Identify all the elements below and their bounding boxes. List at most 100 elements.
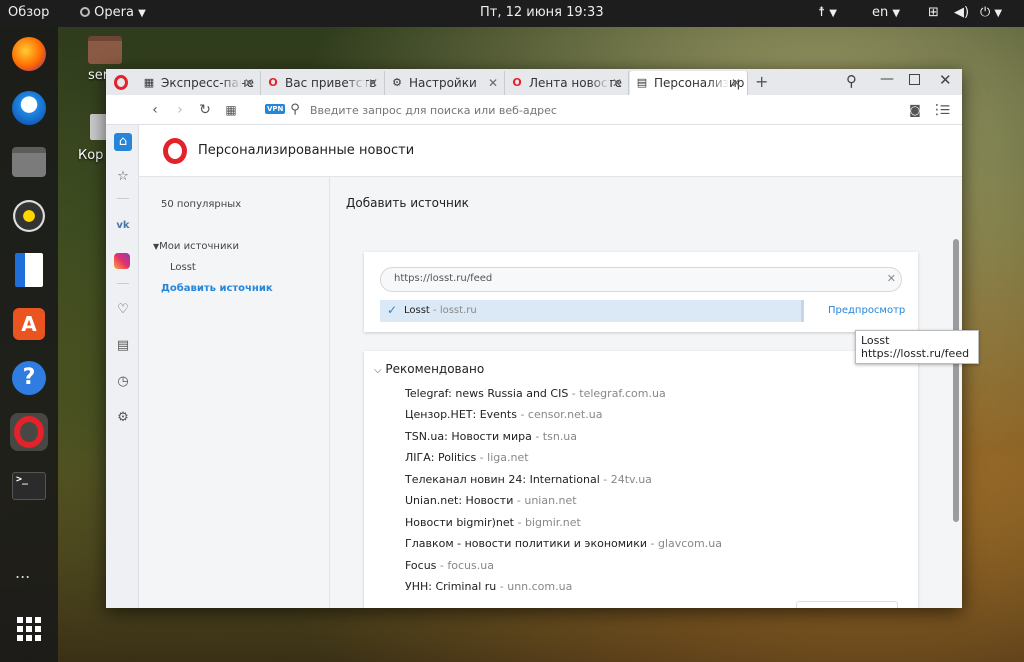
source-name: Focus xyxy=(405,559,437,572)
source-name: TSN.ua: Новости мира xyxy=(405,430,532,443)
source-domain: unn.com.ua xyxy=(507,580,573,593)
app-menu[interactable]: Opera ▼ xyxy=(80,5,146,20)
list-item[interactable]: Focus - focus.ua xyxy=(405,559,494,572)
tab-settings[interactable]: ⚙ Настройки ✕ xyxy=(385,71,505,95)
tooltip-line-1: Losst xyxy=(861,334,890,347)
add-source-card: https://losst.ru/feed ✕ ✓ Losst - losst.… xyxy=(364,252,918,332)
list-item[interactable]: ЛІГА: Politics - liga.net xyxy=(405,451,529,464)
source-domain: liga.net xyxy=(487,451,529,464)
easy-setup-icon[interactable]: ☰ xyxy=(936,101,954,119)
rhythmbox-icon[interactable] xyxy=(10,197,48,235)
tab-search-icon[interactable]: ⚲ xyxy=(846,72,857,90)
list-item[interactable]: УНН: Criminal ru - unn.com.ua xyxy=(405,580,572,593)
nav-my-sources[interactable]: ▼Мои источники xyxy=(153,241,239,252)
list-item[interactable]: Telegraf: news Russia and CIS - telegraf… xyxy=(405,387,666,400)
opera-logo-icon xyxy=(163,138,187,164)
nav-add-source[interactable]: Добавить источник xyxy=(161,283,273,294)
source-domain: focus.ua xyxy=(447,559,494,572)
help-icon[interactable]: ? xyxy=(10,359,48,397)
nav-my-sources-label: Мои источники xyxy=(159,241,240,252)
opera-small-icon xyxy=(80,7,90,17)
result-name: Losst xyxy=(404,305,430,316)
settings-icon[interactable]: ⚙ xyxy=(114,409,132,427)
tab-speed-dial[interactable]: ▦ Экспресс-пане ✕ xyxy=(137,71,261,95)
opera-icon[interactable] xyxy=(10,413,48,451)
speed-dial-star-icon[interactable]: ☆ xyxy=(114,168,132,186)
partial-button[interactable] xyxy=(796,601,898,608)
vk-icon[interactable]: vk xyxy=(114,217,132,235)
clock[interactable]: Пт, 12 июня 19:33 xyxy=(480,5,604,20)
volume-icon[interactable]: ◀) xyxy=(954,5,969,20)
tab-welcome[interactable]: O Вас приветств ✕ xyxy=(261,71,385,95)
source-name: Главком - новости политики и экономики xyxy=(405,537,647,550)
close-tab-icon[interactable]: ✕ xyxy=(244,71,254,95)
accessibility-icon[interactable]: ☨ ▼ xyxy=(818,5,837,20)
preview-link[interactable]: Предпросмотр xyxy=(828,305,905,316)
show-apps-icon[interactable] xyxy=(17,617,41,641)
maximize-icon[interactable] xyxy=(909,74,920,85)
close-tab-icon[interactable]: ✕ xyxy=(488,71,498,95)
reload-icon[interactable]: ↻ xyxy=(196,101,214,119)
source-domain: telegraf.com.ua xyxy=(579,387,666,400)
software-center-icon[interactable]: A xyxy=(10,305,48,343)
activities-button[interactable]: Обзор xyxy=(8,5,49,20)
history-icon[interactable]: ◷ xyxy=(114,373,132,391)
list-item[interactable]: Цензор.НЕТ: Events - censor.net.ua xyxy=(405,408,602,421)
list-item[interactable]: Unian.net: Новости - unian.net xyxy=(405,494,577,507)
feed-url-field[interactable]: https://losst.ru/feed ✕ xyxy=(380,267,902,292)
list-item[interactable]: Новости bigmir)net - bigmir.net xyxy=(405,516,581,529)
feed-url-value: https://losst.ru/feed xyxy=(394,273,493,284)
recommended-header[interactable]: ⌵ Рекомендовано xyxy=(374,362,484,376)
tabs-grid-icon[interactable]: ▦ xyxy=(222,101,240,119)
page-scrollbar[interactable] xyxy=(953,239,959,522)
page-title: Персонализированные новости xyxy=(198,143,415,158)
vpn-badge[interactable]: VPN xyxy=(265,104,286,114)
home-folder-icon xyxy=(88,36,122,64)
close-tab-icon[interactable]: ✕ xyxy=(731,71,741,95)
tab-personalized-news[interactable]: ▤ Персонализир ✕ xyxy=(630,71,748,95)
tab-news-feed[interactable]: O Лента новосте ✕ xyxy=(505,71,629,95)
close-tab-icon[interactable]: ✕ xyxy=(612,71,622,95)
search-result-row[interactable]: ✓ Losst - losst.ru xyxy=(380,300,804,322)
opera-menu-icon[interactable] xyxy=(114,75,128,90)
snapshot-icon[interactable]: ◙ xyxy=(906,101,924,119)
list-item[interactable]: Главком - новости политики и экономики -… xyxy=(405,537,722,550)
recommended-card: ⌵ Рекомендовано Telegraf: news Russia an… xyxy=(364,351,918,608)
terminal-icon[interactable]: >_ xyxy=(10,467,48,505)
close-tab-icon[interactable]: ✕ xyxy=(368,71,378,95)
address-bar: ‹ › ↻ ▦ VPN ⚲ ◙ ⋮ ☰ xyxy=(106,95,962,125)
news-icon[interactable]: ▤ xyxy=(114,337,132,355)
news-main: Добавить источник https://losst.ru/feed … xyxy=(330,177,962,608)
source-domain: censor.net.ua xyxy=(527,408,603,421)
network-icon[interactable]: ⊞ xyxy=(928,5,939,20)
nav-source-item[interactable]: Losst xyxy=(170,262,196,273)
list-item[interactable]: Телеканал новин 24: International - 24tv… xyxy=(405,473,652,486)
top-bar: Обзор Opera ▼ Пт, 12 июня 19:33 ☨ ▼ en ▼… xyxy=(0,0,1024,27)
source-name: Unian.net: Новости xyxy=(405,494,514,507)
source-name: Новости bigmir)net xyxy=(405,516,514,529)
language-indicator[interactable]: en ▼ xyxy=(872,5,900,20)
nav-popular[interactable]: 50 популярных xyxy=(161,199,241,210)
thunderbird-icon[interactable] xyxy=(10,89,48,127)
forward-icon[interactable]: › xyxy=(171,101,189,119)
instagram-icon[interactable] xyxy=(114,253,132,271)
back-icon[interactable]: ‹ xyxy=(146,101,164,119)
firefox-icon[interactable] xyxy=(10,35,48,73)
new-tab-button[interactable]: + xyxy=(755,72,768,91)
heart-icon[interactable]: ♡ xyxy=(114,301,132,319)
more-dots[interactable]: ... xyxy=(15,563,30,582)
clear-icon[interactable]: ✕ xyxy=(887,272,896,285)
source-name: ЛІГА: Politics xyxy=(405,451,477,464)
chevron-down-icon: ▼ xyxy=(138,8,146,19)
minimize-icon[interactable]: — xyxy=(880,71,894,87)
result-label: Losst - losst.ru xyxy=(404,305,477,316)
address-input[interactable] xyxy=(310,100,890,120)
opera-window: ▦ Экспресс-пане ✕ O Вас приветств ✕ ⚙ На… xyxy=(106,69,962,608)
home-icon[interactable]: ⌂ xyxy=(114,133,132,151)
list-item[interactable]: TSN.ua: Новости мира - tsn.ua xyxy=(405,430,577,443)
opera-tab-icon: O xyxy=(268,76,278,89)
libreoffice-writer-icon[interactable] xyxy=(10,251,48,289)
close-window-icon[interactable]: ✕ xyxy=(939,71,952,89)
files-icon[interactable] xyxy=(10,143,48,181)
power-icon[interactable]: ⏻ ▼ xyxy=(980,5,1002,20)
